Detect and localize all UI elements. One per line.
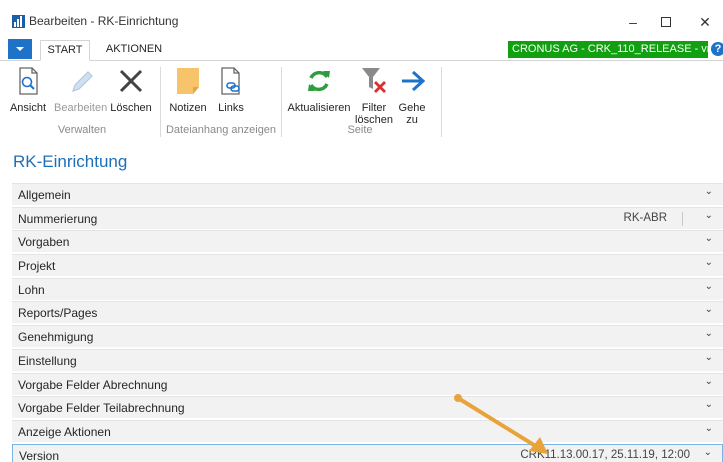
chevron-down-icon[interactable]: ⌄ <box>704 447 712 458</box>
chevron-down-icon[interactable]: ⌄ <box>705 257 713 268</box>
refresh-icon <box>303 65 335 97</box>
view-icon <box>12 65 44 97</box>
arrow-right-icon <box>397 65 429 97</box>
chevron-down-icon[interactable]: ⌄ <box>705 399 713 410</box>
loeschen-button[interactable]: Löschen <box>110 65 152 114</box>
maximize-icon <box>661 17 671 27</box>
filter-label-line1: Filter <box>361 102 387 114</box>
notizen-button[interactable]: Notizen <box>168 65 208 114</box>
group-label-verwalten: Verwalten <box>57 124 107 136</box>
fasttab-lohn[interactable]: Lohn ⌄ <box>12 277 723 300</box>
fasttab-label: Version <box>19 448 60 462</box>
fasttab-label: Allgemein <box>18 188 71 202</box>
group-label-seite: Seite <box>347 124 373 136</box>
fasttab-label: Vorgaben <box>18 235 70 250</box>
title-bar: Bearbeiten - RK-Einrichtung – ✕ <box>0 0 723 40</box>
gehe-zu-label: Gehe zu <box>397 102 427 126</box>
fasttab-label: Vorgabe Felder Abrechnung <box>18 377 168 392</box>
bearbeiten-button[interactable]: Bearbeiten <box>54 65 108 114</box>
fasttab-label: Reports/Pages <box>18 306 98 321</box>
ribbon-tab-bar: START AKTIONEN CRONUS AG - CRK_110_RELEA… <box>0 39 723 61</box>
fasttab-label: Einstellung <box>18 353 77 368</box>
app-menu-button[interactable] <box>8 39 32 59</box>
fasttab-allgemein[interactable]: Allgemein ⌄ <box>12 183 723 205</box>
loeschen-label: Löschen <box>110 102 152 114</box>
notizen-label: Notizen <box>169 102 207 114</box>
group-divider <box>441 67 442 137</box>
bearbeiten-label: Bearbeiten <box>54 102 108 114</box>
fasttab-label: Genehmigung <box>18 330 94 345</box>
link-icon <box>215 65 247 97</box>
filter-loeschen-button[interactable]: Filter löschen <box>355 65 393 126</box>
note-icon <box>172 65 204 97</box>
fasttab-projekt[interactable]: Projekt ⌄ <box>12 254 723 277</box>
help-icon[interactable]: ? <box>711 42 723 56</box>
aktualisieren-label: Aktualisieren <box>287 102 351 114</box>
minimize-button[interactable]: – <box>618 10 648 34</box>
gehe-label-line1: Gehe <box>398 102 426 114</box>
chevron-down-icon[interactable]: ⌄ <box>705 423 713 434</box>
group-divider <box>281 67 282 137</box>
chevron-down-icon[interactable]: ⌄ <box>705 233 713 244</box>
chevron-down-icon[interactable]: ⌄ <box>705 304 713 315</box>
delete-x-icon <box>115 65 147 97</box>
filter-loeschen-label: Filter löschen <box>355 102 393 126</box>
window-title: Bearbeiten - RK-Einrichtung <box>29 14 179 28</box>
fasttab-version[interactable]: Version CRK11.13.00.17, 25.11.19, 12:00 … <box>12 443 723 462</box>
annotation-arrow <box>454 394 548 454</box>
chevron-down-icon[interactable]: ⌄ <box>705 352 713 363</box>
group-label-dateianhang: Dateianhang anzeigen <box>165 124 277 136</box>
chevron-down-icon[interactable]: ⌄ <box>705 210 713 221</box>
divider <box>682 211 683 226</box>
gehe-zu-button[interactable]: Gehe zu <box>397 65 427 126</box>
fasttab-reports-pages[interactable]: Reports/Pages ⌄ <box>12 301 723 324</box>
ribbon: Ansicht Bearbeiten Löschen Verwalten Not… <box>0 61 723 141</box>
app-icon <box>12 15 25 28</box>
maximize-button[interactable] <box>651 10 681 34</box>
fasttab-anzeige-aktionen[interactable]: Anzeige Aktionen ⌄ <box>12 419 723 442</box>
links-button[interactable]: Links <box>214 65 248 114</box>
fasttab-label: Lohn <box>18 282 45 297</box>
chevron-down-icon[interactable]: ⌄ <box>705 376 713 387</box>
fasttab-list: Allgemein ⌄ Nummerierung RK-ABR ⌄ Vorgab… <box>12 183 723 462</box>
fasttab-label: Anzeige Aktionen <box>18 424 111 439</box>
page-title: RK-Einrichtung <box>13 152 128 171</box>
fasttab-vorgaben[interactable]: Vorgaben ⌄ <box>12 230 723 253</box>
fasttab-vorgabe-felder-teilabrechnung[interactable]: Vorgabe Felder Teilabrechnung ⌄ <box>12 396 723 419</box>
tab-aktionen[interactable]: AKTIONEN <box>98 40 170 61</box>
fasttab-label: Vorgabe Felder Teilabrechnung <box>18 401 185 416</box>
fasttab-nummerierung[interactable]: Nummerierung RK-ABR ⌄ <box>12 206 723 229</box>
group-divider <box>160 67 161 137</box>
links-label: Links <box>218 102 244 114</box>
chevron-down-icon[interactable]: ⌄ <box>705 328 713 339</box>
tab-start[interactable]: START <box>40 40 90 61</box>
chevron-down-icon[interactable]: ⌄ <box>705 186 713 197</box>
close-button[interactable]: ✕ <box>690 10 720 34</box>
ansicht-button[interactable]: Ansicht <box>8 65 48 114</box>
fasttab-summary-value: RK-ABR <box>623 211 667 224</box>
chevron-down-icon[interactable]: ⌄ <box>705 281 713 292</box>
fasttab-label: Projekt <box>18 259 56 274</box>
pencil-icon <box>64 65 96 97</box>
aktualisieren-button[interactable]: Aktualisieren <box>286 65 352 114</box>
clear-filter-icon <box>358 65 390 97</box>
fasttab-einstellung[interactable]: Einstellung ⌄ <box>12 348 723 371</box>
company-badge[interactable]: CRONUS AG - CRK_110_RELEASE - vm17... <box>508 41 708 58</box>
ansicht-label: Ansicht <box>9 102 47 114</box>
fasttab-vorgabe-felder-abrechnung[interactable]: Vorgabe Felder Abrechnung ⌄ <box>12 372 723 395</box>
fasttab-label: Nummerierung <box>18 211 98 226</box>
fasttab-genehmigung[interactable]: Genehmigung ⌄ <box>12 325 723 348</box>
